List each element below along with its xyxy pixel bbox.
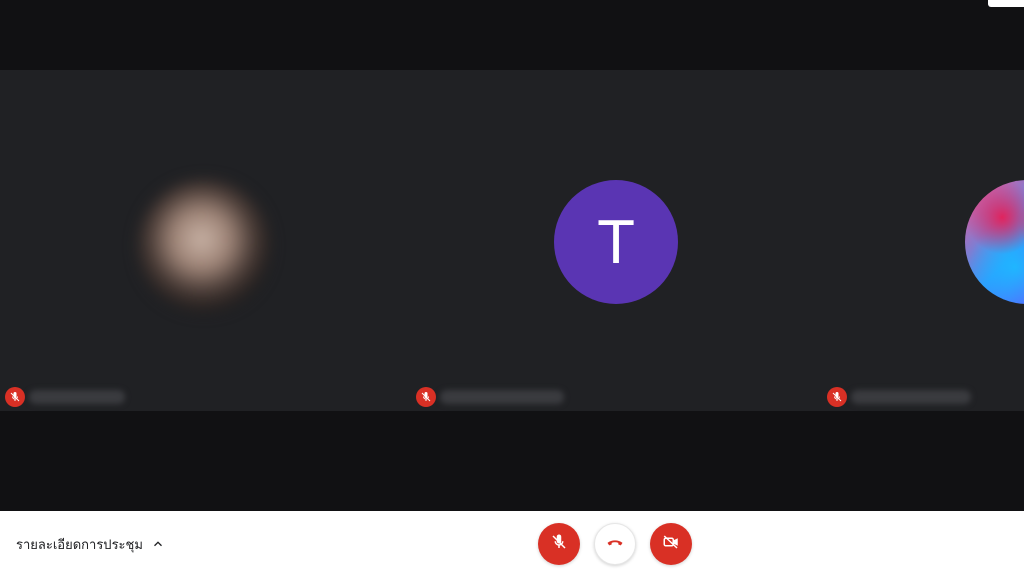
top-right-tab[interactable]: [988, 0, 1024, 7]
participant-name-blurred: [440, 390, 564, 404]
participant-tile[interactable]: [0, 70, 411, 411]
mic-off-icon: [827, 387, 847, 407]
phone-hangup-icon: [605, 532, 625, 556]
participant-tile[interactable]: T: [411, 70, 822, 411]
video-off-icon: [662, 533, 680, 555]
call-controls: [538, 523, 692, 565]
participant-name-row: [416, 387, 564, 407]
call-controls-bar: รายละเอียดการประชุม: [0, 511, 1024, 576]
participant-avatar-photo: [138, 180, 270, 312]
mic-off-icon: [550, 533, 568, 555]
meeting-details-button[interactable]: รายละเอียดการประชุม: [16, 533, 165, 555]
participant-name-row: [5, 387, 125, 407]
participant-name-row: [827, 387, 971, 407]
mic-off-icon: [5, 387, 25, 407]
meeting-details-label: รายละเอียดการประชุม: [16, 537, 143, 553]
microphone-off-button[interactable]: [538, 523, 580, 565]
participant-avatar-artwork: [965, 180, 1024, 304]
meeting-window: T รายละเอียดการประชุม: [0, 0, 1024, 576]
participant-avatar-letter: T: [554, 180, 678, 304]
participant-name-blurred: [851, 390, 971, 404]
avatar-letter-text: T: [597, 207, 635, 277]
camera-off-button[interactable]: [650, 523, 692, 565]
leave-call-button[interactable]: [594, 523, 636, 565]
mic-off-icon: [416, 387, 436, 407]
participant-name-blurred: [29, 390, 125, 404]
chevron-up-icon: [151, 537, 165, 551]
participant-grid: T: [0, 70, 1024, 411]
participant-tile[interactable]: [822, 70, 1024, 411]
